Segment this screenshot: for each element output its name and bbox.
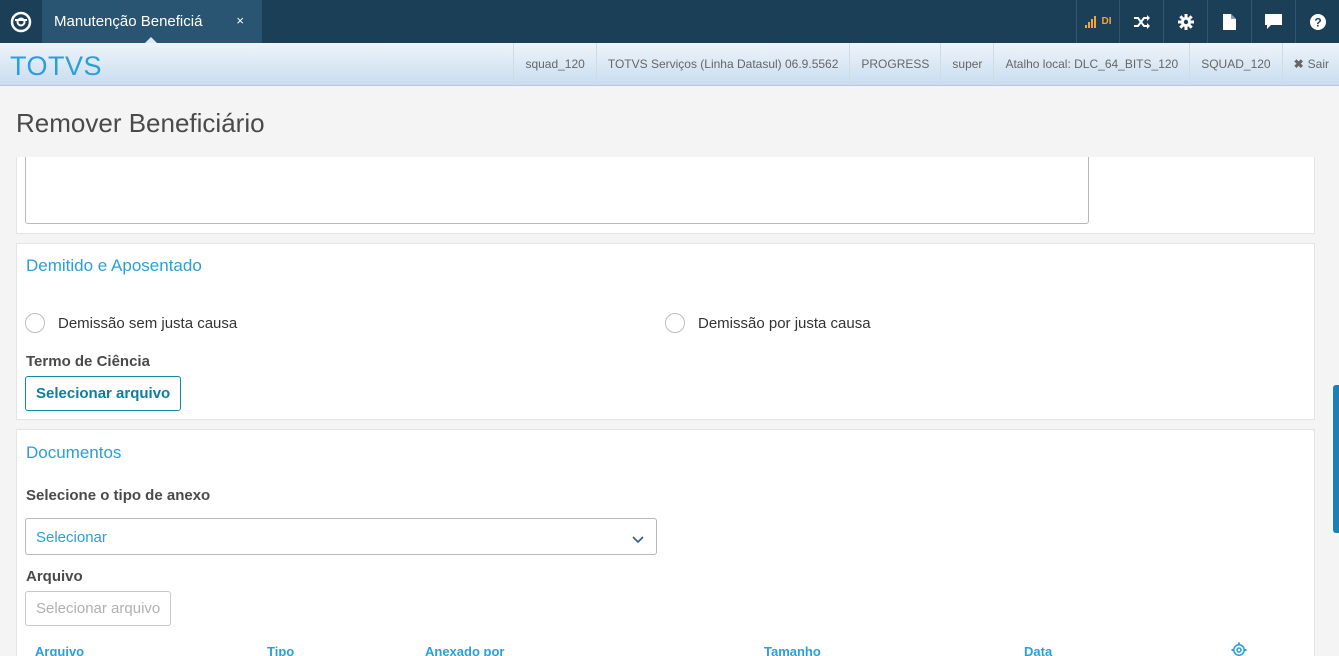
shuffle-icon[interactable] xyxy=(1119,0,1163,43)
radio-circle[interactable] xyxy=(665,313,685,333)
column-date[interactable]: Data xyxy=(1024,644,1052,656)
scrollbar-track[interactable] xyxy=(1331,86,1339,656)
chat-icon[interactable] xyxy=(1251,0,1295,43)
svg-text:?: ? xyxy=(1314,15,1321,29)
dismissal-card: Demitido e Aposentado Demissão sem justa… xyxy=(16,243,1315,420)
info-bar: TOTVS squad_120 TOTVS Serviços (Linha Da… xyxy=(0,43,1339,86)
info-user: super xyxy=(940,43,993,85)
term-label: Termo de Ciência xyxy=(26,353,150,370)
documents-table-header: Arquivo Tipo Anexado por Tamanho Data xyxy=(17,642,1314,656)
select-file-button[interactable]: Selecionar arquivo xyxy=(25,591,172,626)
exit-label: Sair xyxy=(1307,57,1329,71)
scrollbar-thumb[interactable] xyxy=(1333,385,1339,533)
totvs-logo-icon[interactable] xyxy=(0,0,41,43)
page-header: Remover Beneficiário xyxy=(0,86,1339,157)
column-settings-gear-icon[interactable] xyxy=(1231,642,1247,656)
brand-logo: TOTVS xyxy=(10,51,103,81)
signal-icon[interactable]: DI xyxy=(1076,0,1119,43)
observation-textarea[interactable] xyxy=(25,157,1089,224)
document-icon[interactable] xyxy=(1207,0,1251,43)
info-product: TOTVS Serviços (Linha Datasul) 06.9.5562 xyxy=(595,43,850,85)
column-size[interactable]: Tamanho xyxy=(764,644,821,656)
select-value: Selecionar xyxy=(36,529,107,546)
top-icons: DI ? xyxy=(1076,0,1339,43)
page-content: Demitido e Aposentado Demissão sem justa… xyxy=(0,157,1331,656)
attachment-type-select[interactable]: Selecionar xyxy=(25,518,657,555)
close-tab-icon[interactable]: × xyxy=(236,13,244,28)
column-attached-by[interactable]: Anexado por xyxy=(425,644,504,656)
session-info: squad_120 TOTVS Serviços (Linha Datasul)… xyxy=(513,43,1339,85)
chevron-down-icon xyxy=(632,531,644,549)
radio-circle[interactable] xyxy=(25,313,45,333)
gear-icon[interactable] xyxy=(1163,0,1207,43)
radio-label: Demissão por justa causa xyxy=(698,314,871,332)
attachment-type-label: Selecione o tipo de anexo xyxy=(26,487,211,504)
help-icon[interactable]: ? xyxy=(1295,0,1339,43)
file-label: Arquivo xyxy=(26,568,83,585)
column-file[interactable]: Arquivo xyxy=(35,644,84,656)
radio-label: Demissão sem justa causa xyxy=(58,314,238,332)
observations-card xyxy=(16,157,1315,234)
info-database: PROGRESS xyxy=(849,43,940,85)
signal-label: DI xyxy=(1101,16,1112,27)
close-icon: ✖ xyxy=(1293,57,1304,71)
tab-label: Manutenção Beneficiá xyxy=(54,13,203,30)
page-title: Remover Beneficiário xyxy=(16,108,265,138)
documents-title: Documentos xyxy=(26,443,122,462)
radio-dismissal-with-cause[interactable]: Demissão por justa causa xyxy=(665,313,871,333)
select-term-file-button[interactable]: Selecionar arquivo xyxy=(25,376,182,411)
dismissal-title: Demitido e Aposentado xyxy=(26,256,202,275)
radio-dismissal-without-cause[interactable]: Demissão sem justa causa xyxy=(25,313,237,333)
info-environment: SQUAD_120 xyxy=(1189,43,1281,85)
info-shortcut: Atalho local: DLC_64_BITS_120 xyxy=(993,43,1189,85)
top-bar: Manutenção Beneficiá × DI ? xyxy=(0,0,1339,43)
exit-button[interactable]: ✖ Sair xyxy=(1281,43,1339,85)
documents-card: Documentos Selecione o tipo de anexo Sel… xyxy=(16,429,1315,656)
column-type[interactable]: Tipo xyxy=(267,644,294,656)
info-squad: squad_120 xyxy=(513,43,595,85)
